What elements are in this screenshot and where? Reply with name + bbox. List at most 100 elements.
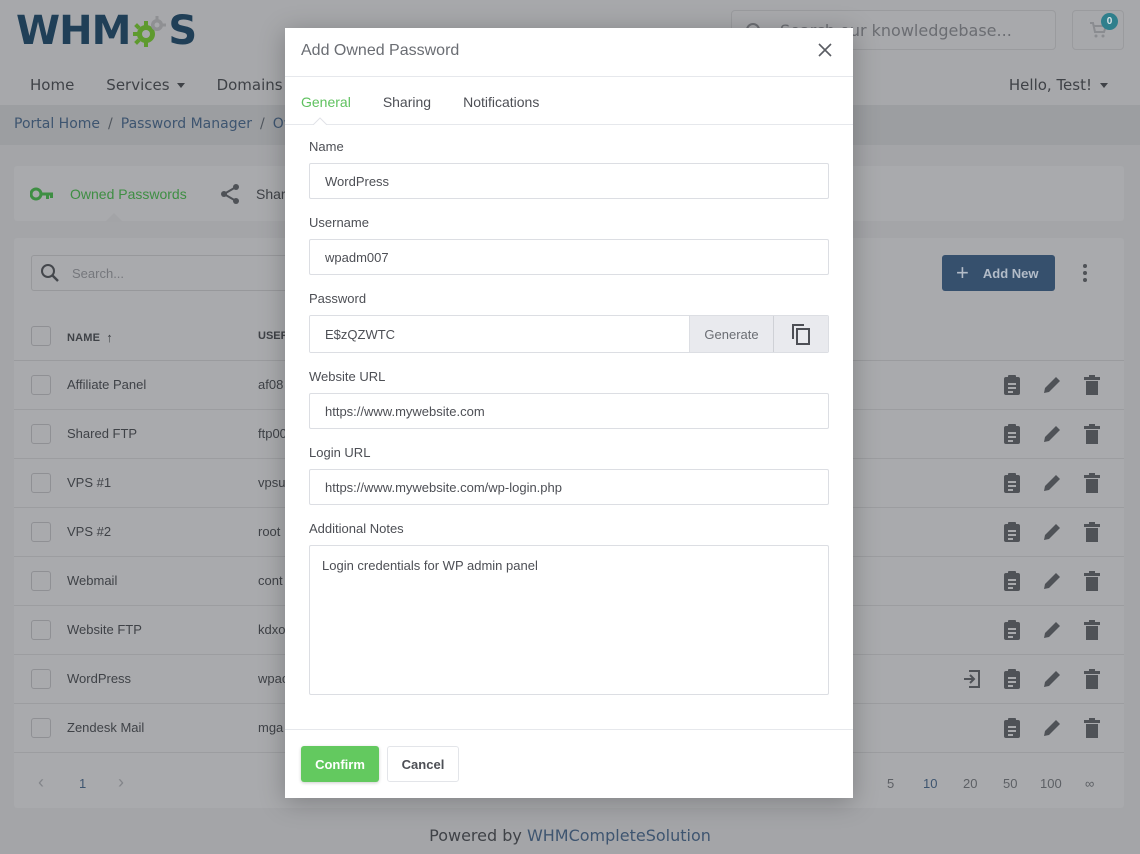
row-username: vpsu [258,475,286,490]
close-icon[interactable] [817,42,833,60]
copy-clipboard-icon[interactable] [1000,471,1024,495]
password-field[interactable] [310,316,689,352]
delete-trash-icon[interactable] [1080,373,1104,397]
edit-pencil-icon[interactable] [1040,373,1064,397]
breadcrumb-password-manager[interactable]: Password Manager [121,116,252,132]
tab-notifications[interactable]: Notifications [463,92,539,110]
row-checkbox[interactable] [31,375,51,395]
tab-shared-passwords-label: Shar [256,185,286,202]
page-1-button[interactable]: 1 [79,776,86,791]
login-url-field[interactable] [309,469,829,505]
copy-clipboard-icon[interactable] [1000,373,1024,397]
row-username: wpac [258,671,289,686]
website-url-field[interactable] [309,393,829,429]
delete-trash-icon[interactable] [1080,716,1104,740]
page-size-all[interactable]: ∞ [1085,776,1094,791]
logo-text-left: WHM [16,8,131,54]
footer-link[interactable]: WHMCompleteSolution [527,826,711,845]
copy-password-button[interactable] [773,316,828,352]
add-new-label: Add New [982,265,1039,281]
delete-trash-icon[interactable] [1080,618,1104,642]
page-size-50[interactable]: 50 [1003,776,1017,791]
row-name: Webmail [67,573,118,588]
next-page-button[interactable]: › [118,772,124,793]
nav-services[interactable]: Services [90,70,200,100]
name-field[interactable] [309,163,829,199]
edit-pencil-icon[interactable] [1040,716,1064,740]
row-checkbox[interactable] [31,522,51,542]
row-checkbox[interactable] [31,424,51,444]
cancel-button[interactable]: Cancel [387,746,459,782]
copy-clipboard-icon[interactable] [1000,422,1024,446]
column-header-username[interactable]: USER [258,330,289,342]
row-checkbox[interactable] [31,571,51,591]
breadcrumb-portal-home[interactable]: Portal Home [14,116,100,132]
delete-trash-icon[interactable] [1080,520,1104,544]
breadcrumb-separator: / [108,116,113,132]
row-actions [1000,471,1104,495]
column-name-label: NAME [67,331,101,344]
row-checkbox[interactable] [31,620,51,640]
copy-clipboard-icon[interactable] [1000,520,1024,544]
row-username: ftp00 [258,426,287,441]
column-header-name[interactable]: NAME ↑ [67,330,113,345]
copy-clipboard-icon[interactable] [1000,667,1024,691]
edit-pencil-icon[interactable] [1040,667,1064,691]
add-new-button[interactable]: + Add New [942,255,1055,291]
more-options-icon[interactable] [1083,264,1087,282]
edit-pencil-icon[interactable] [1040,520,1064,544]
account-menu[interactable]: Hello, Test! [1009,76,1108,94]
delete-trash-icon[interactable] [1080,422,1104,446]
generate-password-button[interactable]: Generate [689,316,773,352]
edit-pencil-icon[interactable] [1040,569,1064,593]
page-size-5[interactable]: 5 [887,776,894,791]
tab-shared-passwords[interactable]: Shar [220,166,286,221]
cart-count-badge: 0 [1101,13,1118,30]
prev-page-button[interactable]: ‹ [38,772,44,793]
gear-logo-icon [131,13,167,49]
account-label: Hello, Test! [1008,76,1092,94]
tab-general[interactable]: General [301,92,351,110]
delete-trash-icon[interactable] [1080,569,1104,593]
delete-trash-icon[interactable] [1080,471,1104,495]
tab-sharing[interactable]: Sharing [383,92,431,110]
page-size-10[interactable]: 10 [923,776,937,791]
edit-pencil-icon[interactable] [1040,422,1064,446]
page-size-100[interactable]: 100 [1040,776,1062,791]
row-username: cont [258,573,283,588]
row-checkbox[interactable] [31,718,51,738]
confirm-button[interactable]: Confirm [301,746,379,782]
row-actions [1000,422,1104,446]
additional-notes-field[interactable]: Login credentials for WP admin panel [309,545,829,695]
row-username: kdxo [258,622,286,637]
table-search-input[interactable]: Search... [31,255,291,291]
page-size-20[interactable]: 20 [963,776,977,791]
delete-trash-icon[interactable] [1080,667,1104,691]
active-tab-indicator [313,117,327,125]
login-url-label: Login URL [309,445,371,460]
row-actions [960,667,1104,691]
login-icon[interactable] [960,667,984,691]
nav-services-label: Services [106,76,170,94]
modal-title: Add Owned Password [301,42,460,59]
select-all-checkbox[interactable] [31,326,51,346]
footer-prefix: Powered by [429,826,527,845]
row-checkbox[interactable] [31,669,51,689]
edit-pencil-icon[interactable] [1040,618,1064,642]
nav-home[interactable]: Home [14,70,90,100]
caret-down-icon [176,82,185,88]
row-name: VPS #1 [67,475,112,490]
row-name: Affiliate Panel [67,377,147,392]
modal-footer: Confirm Cancel [285,729,853,798]
row-checkbox[interactable] [31,473,51,493]
row-actions [1000,520,1104,544]
whmcs-logo[interactable]: WHM S [16,8,197,54]
copy-clipboard-icon[interactable] [1000,716,1024,740]
copy-clipboard-icon[interactable] [1000,618,1024,642]
edit-pencil-icon[interactable] [1040,471,1064,495]
copy-clipboard-icon[interactable] [1000,569,1024,593]
row-name: Zendesk Mail [67,720,145,735]
row-username: mga [258,720,284,735]
row-actions [1000,716,1104,740]
username-field[interactable] [309,239,829,275]
